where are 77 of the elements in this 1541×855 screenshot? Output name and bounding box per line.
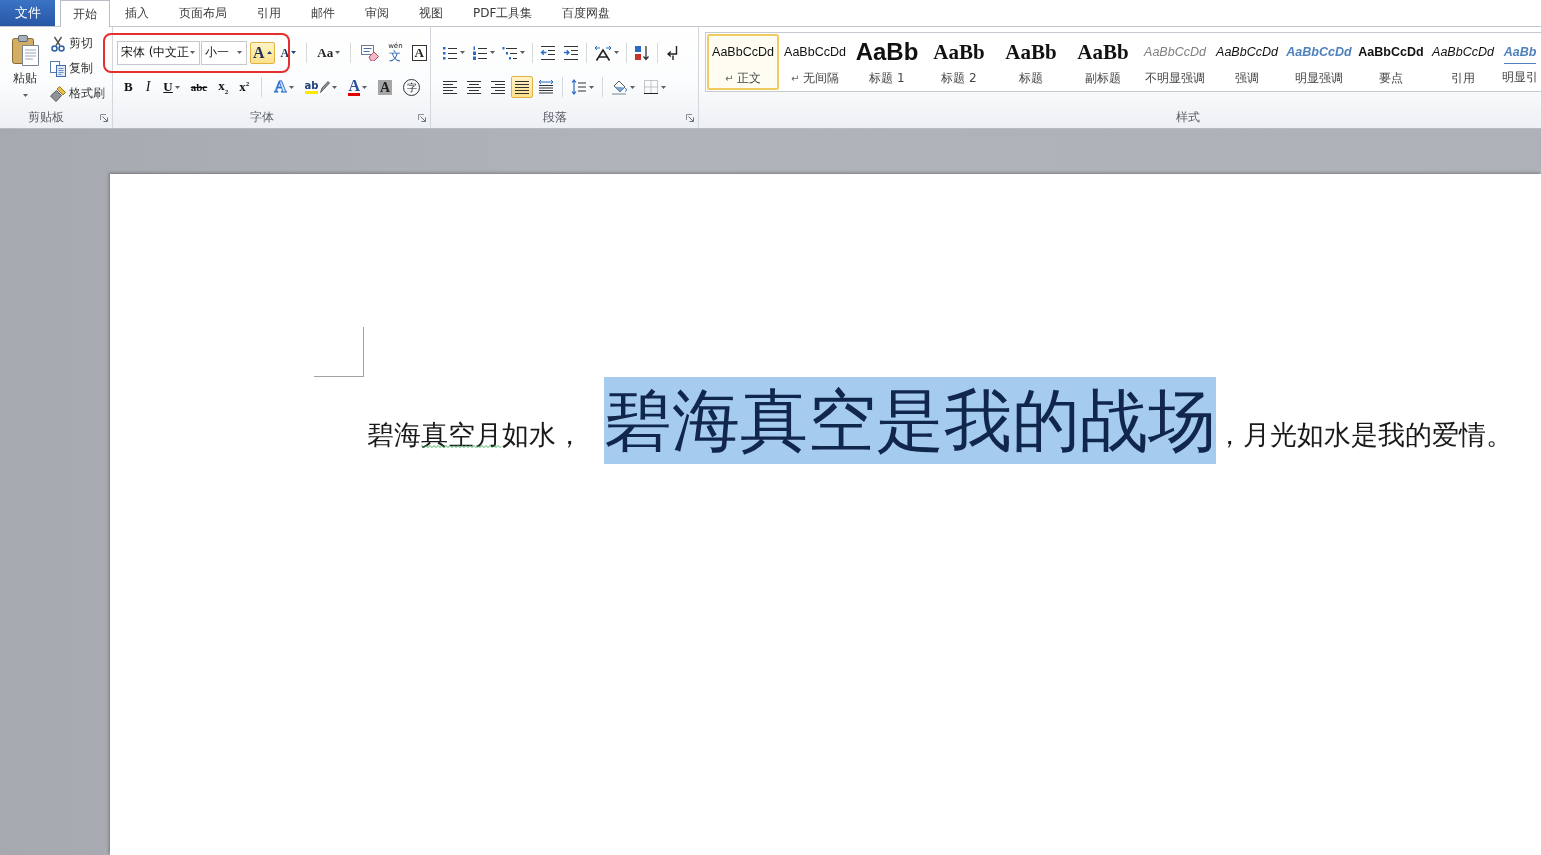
down-caret-icon <box>291 51 297 54</box>
style-gallery-item[interactable]: AaBbCcDd 强调 <box>1211 34 1283 90</box>
body-text: 碧海真空月如水， <box>367 418 583 452</box>
ribbon-tab[interactable]: 审阅 <box>350 0 404 26</box>
copy-icon <box>50 60 66 77</box>
underline-button[interactable]: U <box>160 76 183 98</box>
style-gallery-item[interactable]: AaBb 明显引 <box>1499 34 1541 90</box>
dialog-launcher-icon[interactable] <box>418 113 426 122</box>
ribbon-tab[interactable]: 插入 <box>110 0 164 26</box>
superscript-button[interactable]: x$^{2}$ <box>236 76 253 98</box>
bullet-list-icon <box>442 44 458 61</box>
font-color-button[interactable]: A <box>345 76 370 98</box>
style-gallery-item[interactable]: AaBbCcDd 要点 <box>1355 34 1427 90</box>
border-grid-icon <box>643 79 659 95</box>
sort-icon <box>634 44 650 61</box>
ribbon-tab[interactable]: 视图 <box>404 0 458 26</box>
selected-text: 碧海真空是我的战场 <box>604 377 1216 464</box>
font-name-box[interactable]: 宋体 (中文正 <box>117 40 200 65</box>
grow-font-button[interactable]: A <box>250 41 275 64</box>
clipboard-icon <box>10 34 40 66</box>
dialog-launcher-icon[interactable] <box>686 113 694 122</box>
cut-button[interactable]: 剪切 <box>47 34 108 53</box>
justify-icon <box>514 79 530 95</box>
highlight-button[interactable]: ab <box>301 76 341 98</box>
style-gallery-item[interactable]: AaBb 副标题 <box>1067 34 1139 90</box>
margin-corner-mark <box>314 327 364 377</box>
numbered-list-icon <box>472 44 488 61</box>
paste-button[interactable]: 粘贴 <box>5 31 45 103</box>
align-left-icon <box>442 79 458 95</box>
style-gallery-item[interactable]: AaBbCcDd 不明显强调 <box>1139 34 1211 90</box>
style-gallery-item[interactable]: AaBbCcDd ↵ 正文 <box>707 34 779 90</box>
return-arrow-icon <box>665 44 679 61</box>
copy-button[interactable]: 复制 <box>47 59 108 78</box>
ribbon-tab[interactable]: 邮件 <box>296 0 350 26</box>
change-case-button[interactable]: Aa <box>314 41 344 64</box>
italic-button[interactable]: I <box>140 76 156 98</box>
paint-bucket-icon <box>611 79 628 95</box>
style-gallery-item[interactable]: AaBbCcDd ↵ 无间隔 <box>779 34 851 90</box>
ribbon-tab[interactable]: 开始 <box>60 0 110 27</box>
font-size-box[interactable]: 小一 <box>200 40 247 65</box>
ribbon-tab[interactable]: 引用 <box>242 0 296 26</box>
body-text: ，月光如水是我的爱情。 <box>1216 418 1513 452</box>
brush-icon <box>50 85 66 102</box>
subscript-button[interactable]: x$_{2}$ <box>215 76 232 98</box>
group-label: 样式 <box>1176 109 1200 126</box>
pen-icon <box>320 81 331 93</box>
style-gallery-item[interactable]: AaBbCcDd 明显强调 <box>1283 34 1355 90</box>
style-gallery-item[interactable]: AaBb 标题 1 <box>851 34 923 90</box>
caret-icon <box>237 51 242 54</box>
shrink-font-button[interactable]: A <box>277 41 300 64</box>
justify-button[interactable] <box>511 76 533 98</box>
ribbon-tab[interactable]: 页面布局 <box>164 0 242 26</box>
group-label: 段落 <box>542 109 567 126</box>
letter-arrows-icon <box>594 44 612 61</box>
style-gallery-item[interactable]: AaBb 标题 2 <box>923 34 995 90</box>
outdent-icon <box>540 44 556 61</box>
bold-button[interactable]: B <box>121 76 136 98</box>
style-gallery-item[interactable]: AaBb 标题 <box>995 34 1067 90</box>
align-center-icon <box>466 79 482 95</box>
file-tab[interactable]: 文件 <box>0 0 55 26</box>
group-label: 字体 <box>249 109 274 126</box>
scissors-icon <box>50 35 66 52</box>
strikethrough-button[interactable]: abc <box>187 76 211 98</box>
ribbon-tab[interactable]: 百度网盘 <box>547 0 626 26</box>
align-right-icon <box>490 79 506 95</box>
caret-icon <box>189 51 195 54</box>
distribute-icon <box>538 79 554 95</box>
indent-icon <box>563 44 579 61</box>
format-painter-button[interactable]: 格式刷 <box>47 84 108 103</box>
style-gallery-item[interactable]: AaBbCcDd 引用 <box>1427 34 1499 90</box>
ribbon-tab[interactable]: PDF工具集 <box>458 0 548 26</box>
multilevel-list-icon <box>502 44 518 61</box>
eraser-icon <box>361 44 380 61</box>
line-spacing-icon <box>571 79 587 95</box>
dialog-launcher-icon[interactable] <box>100 113 108 122</box>
group-label: 剪贴板 <box>28 109 64 126</box>
up-caret-icon <box>266 51 272 54</box>
